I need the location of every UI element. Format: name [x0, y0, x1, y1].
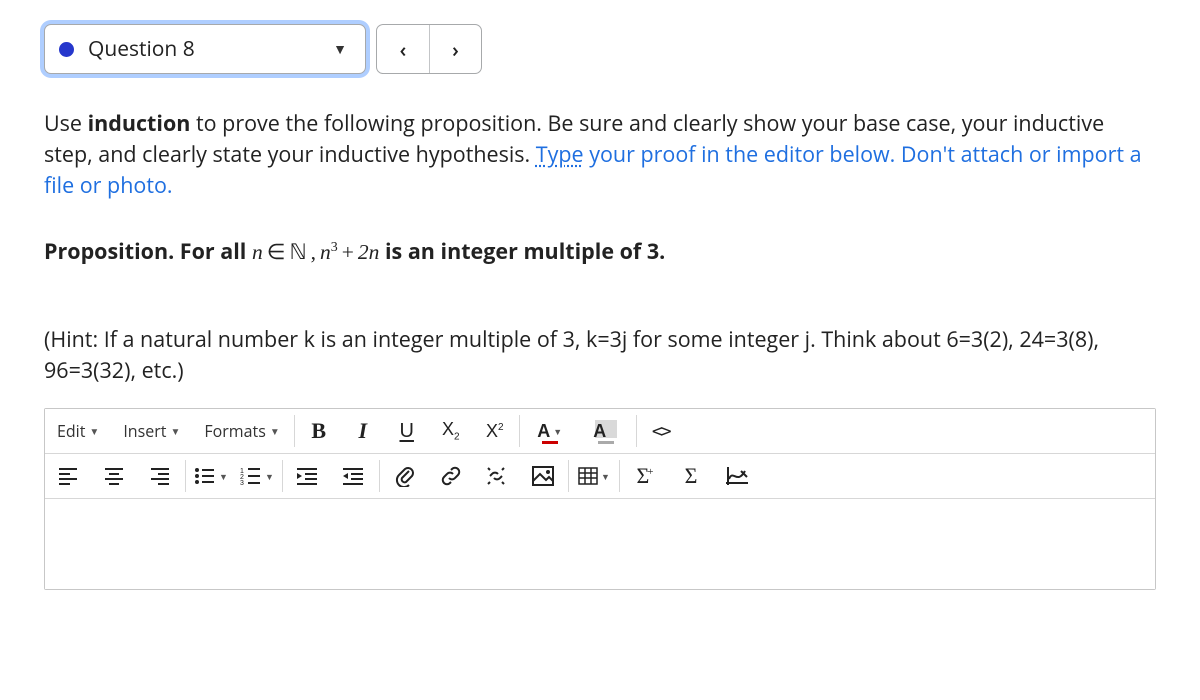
menu-formats-label: Formats — [204, 420, 265, 442]
prompt-keyword: induction — [88, 109, 191, 138]
proposition-math: n∈ℕ,n3+2n — [252, 240, 379, 264]
menu-insert[interactable]: Insert ▼ — [111, 409, 192, 453]
type-link[interactable]: Type — [536, 140, 584, 169]
toolbar-row-1: Edit▼ Insert▼ Formats▼ B I U X2 X2 A▼ A▼… — [45, 409, 1155, 454]
bg-color-icon: A — [593, 421, 606, 442]
prev-question-button[interactable]: ‹ — [377, 25, 429, 73]
subscript-button[interactable]: X2 — [429, 409, 473, 453]
question-selector-label: Question 8 — [88, 35, 319, 63]
graph-button[interactable] — [714, 454, 760, 498]
menu-formats[interactable]: Formats ▼ — [192, 409, 291, 453]
equation-button[interactable]: Σ — [668, 454, 714, 498]
caret-down-icon: ▼ — [89, 424, 99, 438]
caret-down-icon: ▼ — [265, 470, 274, 483]
svg-text:3: 3 — [240, 480, 244, 485]
chevron-left-icon: ‹ — [400, 36, 407, 63]
outdent-button[interactable] — [285, 454, 331, 498]
align-right-button[interactable] — [137, 454, 183, 498]
next-question-button[interactable]: › — [429, 25, 481, 73]
attachment-icon — [395, 465, 415, 487]
number-list-icon: 123 — [240, 467, 262, 485]
question-prompt: Use induction to prove the following pro… — [44, 108, 1144, 202]
unlink-button[interactable] — [474, 454, 520, 498]
toolbar-separator — [185, 460, 186, 492]
menu-edit-label: Edit — [57, 420, 85, 442]
toolbar-separator — [568, 460, 569, 492]
link-icon — [440, 465, 462, 487]
table-button[interactable]: ▼ — [571, 454, 617, 498]
toolbar-row-2: ▼ 123 ▼ — [45, 454, 1155, 499]
text-color-button[interactable]: A▼ — [522, 409, 578, 453]
align-left-button[interactable] — [45, 454, 91, 498]
caret-down-icon: ▼ — [170, 424, 180, 438]
toolbar-separator — [519, 415, 520, 447]
code-icon: <> — [652, 421, 670, 442]
menu-insert-label: Insert — [123, 420, 166, 442]
toolbar-separator — [636, 415, 637, 447]
align-left-icon — [58, 467, 78, 485]
underline-icon: U — [400, 420, 414, 443]
caret-down-icon: ▼ — [553, 425, 562, 438]
caret-down-icon: ▼ — [270, 424, 280, 438]
align-right-icon — [150, 467, 170, 485]
toolbar-separator — [379, 460, 380, 492]
indent-icon — [343, 467, 365, 485]
proposition: Proposition. For all n∈ℕ,n3+2n is an int… — [44, 236, 1156, 268]
italic-button[interactable]: I — [341, 409, 385, 453]
menu-edit[interactable]: Edit ▼ — [45, 409, 111, 453]
caret-down-icon: ▼ — [219, 470, 228, 483]
unlink-icon — [485, 465, 509, 487]
image-icon — [532, 466, 554, 486]
chevron-right-icon: › — [452, 36, 459, 63]
rich-text-editor: Edit▼ Insert▼ Formats▼ B I U X2 X2 A▼ A▼… — [44, 408, 1156, 590]
image-button[interactable] — [520, 454, 566, 498]
outdent-icon — [297, 467, 319, 485]
attachment-button[interactable] — [382, 454, 428, 498]
align-center-button[interactable] — [91, 454, 137, 498]
bold-button[interactable]: B — [297, 409, 341, 453]
bullet-list-button[interactable]: ▼ — [188, 454, 234, 498]
equation-icon: Σ — [685, 463, 698, 489]
equation-insert-icon: Σ+ — [636, 463, 653, 489]
underline-button[interactable]: U — [385, 409, 429, 453]
hint-text: (Hint: If a natural number k is an integ… — [44, 324, 1156, 386]
superscript-button[interactable]: X2 — [473, 409, 517, 453]
proposition-tail: is an integer multiple of 3. — [379, 237, 665, 266]
toolbar-separator — [294, 415, 295, 447]
indent-button[interactable] — [331, 454, 377, 498]
bullet-list-icon — [194, 467, 216, 485]
align-center-icon — [104, 467, 124, 485]
caret-down-icon: ▼ — [333, 40, 351, 59]
bold-icon: B — [311, 418, 326, 444]
text-color-icon: A — [537, 421, 550, 442]
code-button[interactable]: <> — [639, 409, 683, 453]
table-icon — [578, 467, 598, 485]
proposition-label: Proposition. For all — [44, 237, 252, 266]
question-nav: ‹ › — [376, 24, 482, 74]
toolbar-separator — [619, 460, 620, 492]
equation-insert-button[interactable]: Σ+ — [622, 454, 668, 498]
editor-canvas[interactable] — [45, 499, 1155, 589]
italic-icon: I — [358, 418, 367, 444]
graph-icon — [725, 465, 749, 487]
toolbar-separator — [282, 460, 283, 492]
superscript-icon: X2 — [486, 421, 504, 442]
subscript-icon: X2 — [442, 419, 460, 443]
number-list-button[interactable]: 123 ▼ — [234, 454, 280, 498]
status-dot-icon — [59, 42, 74, 57]
link-button[interactable] — [428, 454, 474, 498]
question-selector[interactable]: Question 8 ▼ — [44, 24, 366, 74]
prompt-text: Use — [44, 109, 88, 138]
bg-color-button[interactable]: A▼ — [578, 409, 634, 453]
caret-down-icon: ▼ — [601, 470, 610, 483]
